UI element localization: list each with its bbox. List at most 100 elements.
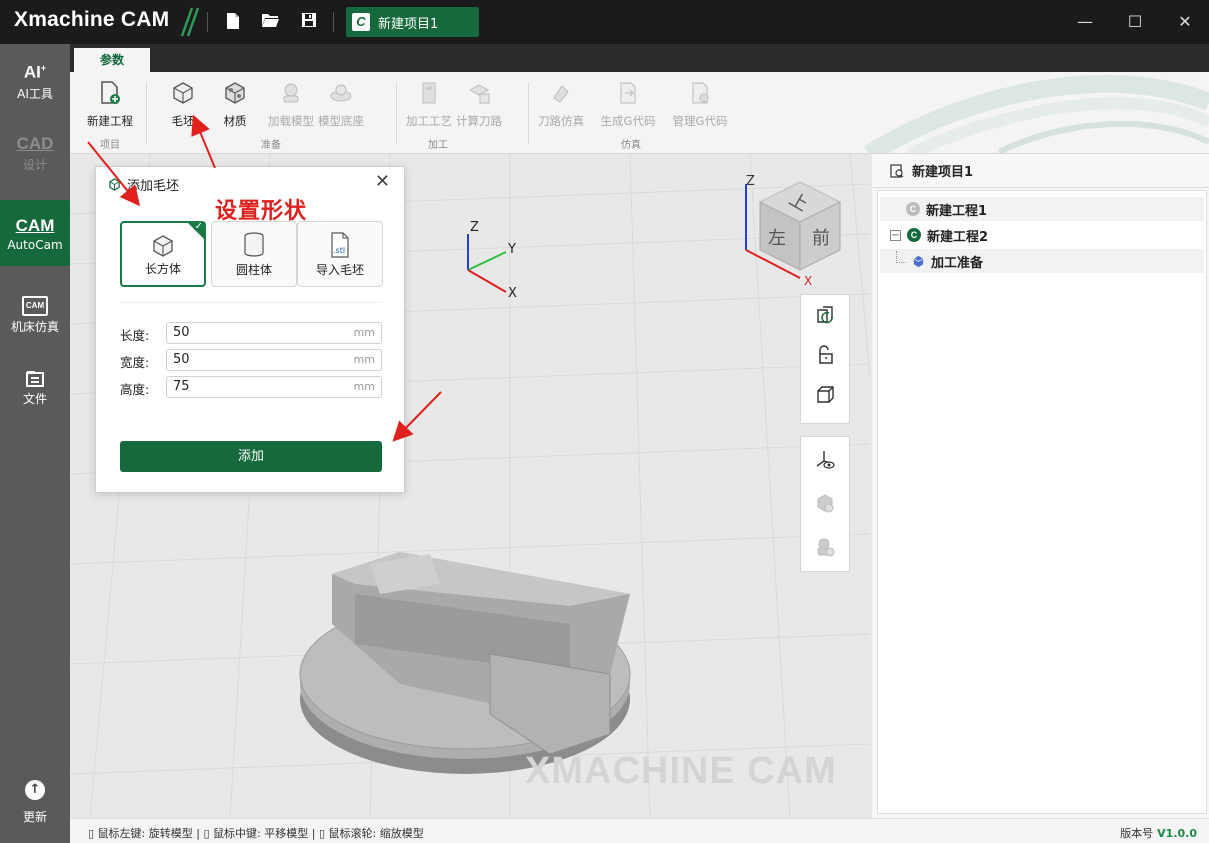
minimize-icon[interactable]: — (1072, 10, 1098, 34)
open-folder-icon[interactable] (261, 12, 279, 32)
hint-key: 鼠标滚轮: (328, 827, 377, 840)
load-model-button[interactable]: 加载模型 (266, 80, 316, 129)
unit-label: mm (353, 326, 375, 339)
length-input[interactable]: 50 mm (166, 322, 382, 344)
project-panel-title: 新建项目1 (912, 165, 974, 180)
axis-view-button[interactable] (801, 437, 849, 481)
generate-gcode-button[interactable]: 生成G代码 (600, 80, 656, 129)
ribbon-button-label: 材质 (223, 114, 247, 128)
project-tab-label: 新建项目1 (378, 16, 439, 32)
box-view-icon (817, 386, 834, 403)
new-file-icon[interactable] (224, 12, 242, 32)
group-label-machining: 加工 (428, 140, 448, 151)
shape-option-cuboid[interactable]: ✓ 长方体 (120, 221, 206, 287)
tree-connector (896, 251, 906, 263)
tree-item-label: 加工准备 (931, 255, 984, 271)
axis-label-z: Z (470, 220, 479, 235)
app-logo: Xmachine CAM (14, 8, 170, 31)
height-input[interactable]: 75 mm (166, 376, 382, 398)
hint-key: 鼠标左键: (97, 827, 146, 840)
width-label: 宽度: (120, 355, 150, 370)
add-button[interactable]: 添加 (120, 441, 382, 472)
save-icon[interactable] (300, 12, 318, 32)
project-panel: 新建项目1 C 新建工程1 − C 新建工程2 加工准备 (872, 154, 1209, 818)
axis-view-icon (816, 451, 835, 469)
hide-model-button[interactable] (801, 481, 849, 525)
cuboid-icon (153, 235, 173, 257)
project-tab[interactable]: C 新建项目1 (346, 7, 479, 37)
new-project-button[interactable]: 新建工程 (84, 80, 136, 129)
blank-cube-icon (109, 178, 120, 191)
new-project-icon (101, 81, 120, 104)
unlock-icon (819, 345, 833, 364)
close-icon[interactable]: ✕ (1172, 10, 1198, 34)
machine-cam-icon: CAM (22, 296, 48, 316)
collapse-icon[interactable]: − (890, 229, 901, 241)
model-base-button[interactable]: 模型底座 (316, 80, 366, 129)
sidebar-item-autocam[interactable]: CAM AutoCam (0, 200, 70, 266)
viewcube-face-left[interactable]: 左 (768, 224, 786, 250)
mouse-icon: ▯ (88, 827, 95, 840)
project-panel-header: 新建项目1 (872, 154, 1209, 188)
sidebar-item-label: 设计 (22, 158, 47, 172)
sidebar-item-label: AutoCam (7, 238, 63, 252)
calc-toolpath-icon (468, 84, 490, 104)
hide-part-icon (817, 538, 835, 557)
tree-item-machining-prep[interactable]: 加工准备 (880, 249, 1204, 273)
annotation-text: 设置形状 (215, 198, 308, 224)
arrow-up-icon: ↑ (25, 780, 45, 800)
height-value: 75 (173, 379, 190, 394)
maximize-icon[interactable]: ☐ (1122, 10, 1148, 34)
dialog-title: 添加毛坯 (108, 175, 179, 194)
cylinder-icon (244, 232, 264, 257)
sidebar-item-machine-sim[interactable]: CAM 机床仿真 (0, 296, 70, 346)
viewcube-face-front[interactable]: 前 (812, 224, 830, 250)
sidebar-item-file[interactable]: 文件 (0, 370, 70, 420)
hide-part-button[interactable] (801, 525, 849, 569)
blank-button[interactable]: 毛坯 (166, 80, 200, 129)
width-input[interactable]: 50 mm (166, 349, 382, 371)
material-button[interactable]: 材质 (218, 80, 252, 129)
divider (120, 302, 382, 303)
tree-item-label: 新建工程2 (927, 229, 989, 245)
viewcube-label-x: X (804, 274, 813, 288)
manage-gcode-button[interactable]: 管理G代码 (672, 80, 728, 129)
check-icon: ✓ (194, 221, 203, 232)
hint-action: 缩放模型 (379, 827, 424, 840)
shape-option-import[interactable]: .stl 导入毛坯 (297, 221, 383, 287)
separator (207, 12, 208, 32)
ribbon-button-label: 刀路仿真 (538, 114, 584, 128)
length-label: 长度: (120, 328, 150, 343)
toolpath-sim-button[interactable]: 刀路仿真 (536, 80, 586, 129)
sidebar-item-label: 机床仿真 (10, 320, 59, 334)
box-view-button[interactable] (801, 375, 849, 415)
update-button[interactable]: ↑ 更新 (0, 780, 70, 836)
separator (146, 82, 147, 144)
rotate-view-button[interactable] (801, 295, 849, 335)
sidebar-item-ai-tools[interactable]: AI+ AI工具 (0, 58, 70, 118)
ribbon-button-label: 新建工程 (87, 114, 133, 128)
view-toolbar (800, 294, 850, 424)
version-label: 版本号 (1120, 827, 1154, 840)
unit-label: mm (353, 353, 375, 366)
toolpath-sim-icon (553, 85, 569, 103)
scene-axes (467, 234, 507, 293)
shape-label: 圆柱体 (235, 263, 272, 277)
shape-option-cylinder[interactable]: 圆柱体 (211, 221, 297, 287)
dialog-close-icon[interactable]: ✕ (375, 171, 390, 192)
tree-item-project-1[interactable]: C 新建工程1 (880, 197, 1204, 221)
sidebar-item-design[interactable]: CAD 设计 (0, 134, 70, 194)
ai-icon: AI+ (23, 62, 47, 82)
hide-model-icon (817, 494, 834, 513)
project-icon (890, 163, 904, 178)
mouse-icon: ▯ (203, 827, 210, 840)
tab-params[interactable]: 参数 (74, 48, 150, 72)
watermark: XMACHINE CAM (525, 750, 837, 792)
separator (528, 82, 529, 144)
unlock-button[interactable] (801, 335, 849, 375)
process-button[interactable]: 加工工艺 (404, 80, 454, 129)
calc-toolpath-button[interactable]: 计算刀路 (454, 80, 504, 129)
blank-cube-icon (173, 82, 193, 104)
group-label-project: 项目 (100, 140, 120, 151)
tree-item-project-2[interactable]: − C 新建工程2 (880, 223, 1204, 247)
